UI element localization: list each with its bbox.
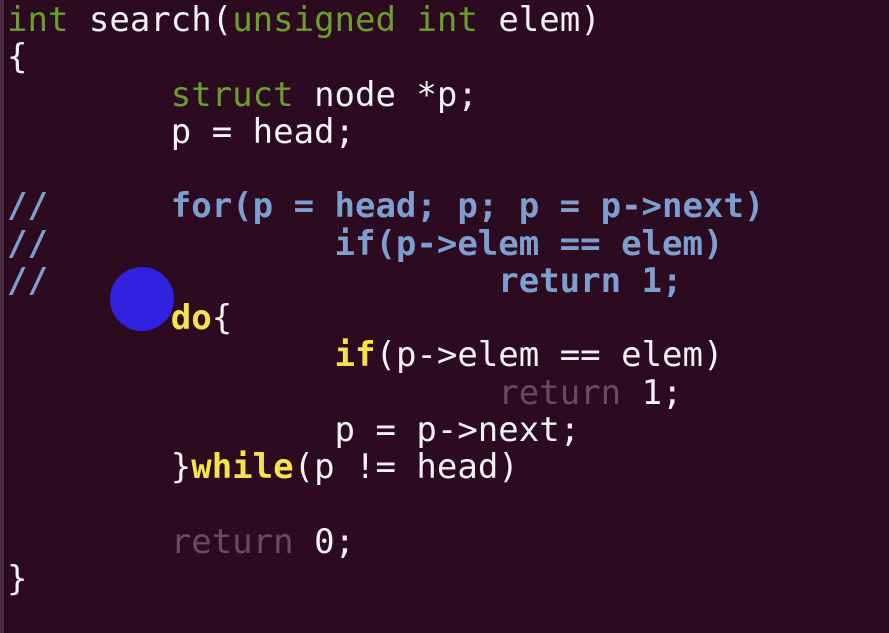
code-line[interactable]: } xyxy=(7,558,764,599)
code-token: (p->elem == elem) xyxy=(375,335,724,376)
code-editor[interactable]: int search(unsigned int elem){ struct no… xyxy=(0,0,889,633)
code-token: node *p; xyxy=(293,74,478,115)
code-line[interactable]: // for(p = head; p; p = p->next) xyxy=(7,188,764,225)
code-token: elem) xyxy=(477,0,601,40)
code-line[interactable]: { xyxy=(7,39,764,76)
code-line[interactable]: if(p->elem == elem) xyxy=(7,337,764,374)
code-line[interactable]: // if(p->elem == elem) xyxy=(7,223,764,264)
code-token: } xyxy=(7,447,192,487)
code-token: // for(p = head; p; p = p->next) xyxy=(7,186,765,227)
mouse-pointer-indicator xyxy=(110,267,174,331)
code-line[interactable]: return 0; xyxy=(7,521,764,562)
code-line[interactable] xyxy=(7,486,764,523)
code-line[interactable]: p = p->next; xyxy=(7,409,764,450)
code-token: int xyxy=(7,0,69,40)
code-line[interactable]: return 1; xyxy=(7,372,764,413)
code-token: unsigned xyxy=(232,0,396,40)
code-token: struct xyxy=(170,74,294,115)
code-token: p = head; xyxy=(7,111,355,152)
code-token: { xyxy=(7,37,28,78)
code-line[interactable]: p = head; xyxy=(7,111,764,152)
code-token: // if(p->elem == elem) xyxy=(7,223,724,264)
code-token: search( xyxy=(68,0,233,40)
code-token: (p != head) xyxy=(293,447,519,487)
code-line[interactable] xyxy=(7,151,764,188)
code-token: 1; xyxy=(621,372,683,413)
code-token: do xyxy=(170,298,212,338)
code-token: } xyxy=(7,558,28,599)
code-token: return xyxy=(170,521,294,562)
code-token: p = p->next; xyxy=(7,409,581,450)
code-token: 0; xyxy=(293,521,356,562)
code-line[interactable]: struct node *p; xyxy=(7,74,764,115)
code-token: // return 1; xyxy=(7,260,683,301)
code-token: { xyxy=(211,298,233,338)
code-token: return xyxy=(498,372,622,413)
code-line[interactable]: }while(p != head) xyxy=(7,447,764,487)
code-token: int xyxy=(416,0,478,40)
code-line[interactable]: int search(unsigned int elem) xyxy=(7,0,764,40)
code-token: if xyxy=(334,335,376,376)
code-token: while xyxy=(191,447,294,487)
